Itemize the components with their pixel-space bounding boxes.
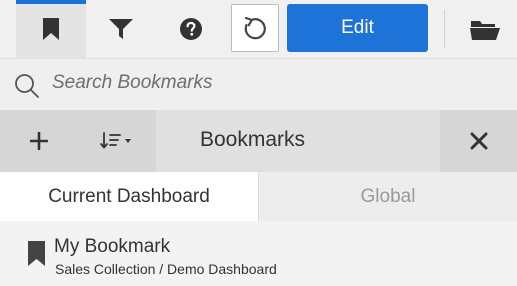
help-button[interactable] bbox=[156, 0, 226, 58]
help-icon bbox=[180, 18, 202, 40]
bookmark-scope-tabs: Current Dashboard Global bbox=[0, 172, 517, 221]
sort-button[interactable] bbox=[78, 110, 156, 172]
bookmark-icon bbox=[28, 241, 45, 266]
reload-button[interactable] bbox=[231, 4, 279, 52]
panel-title: Bookmarks bbox=[200, 128, 306, 151]
bookmark-path: Sales Collection / Demo Dashboard bbox=[55, 261, 277, 277]
search-bar[interactable]: Search Bookmarks bbox=[0, 58, 517, 110]
bookmark-name: My Bookmark bbox=[54, 236, 171, 257]
toolbar-divider bbox=[444, 10, 445, 48]
search-input[interactable]: Search Bookmarks bbox=[52, 72, 213, 94]
bookmarks-tab-button[interactable] bbox=[16, 0, 86, 58]
filter-icon bbox=[109, 19, 133, 39]
edit-button-label: Edit bbox=[341, 17, 374, 38]
tab-current-dashboard-label: Current Dashboard bbox=[48, 185, 210, 207]
search-icon bbox=[15, 74, 39, 98]
close-icon bbox=[470, 132, 487, 150]
plus-icon bbox=[30, 132, 48, 150]
reload-icon bbox=[244, 16, 266, 40]
toolbar: Edit bbox=[0, 0, 517, 58]
add-bookmark-button[interactable] bbox=[0, 110, 78, 172]
tab-global-label: Global bbox=[360, 185, 416, 207]
bookmarks-header: Bookmarks bbox=[0, 110, 517, 172]
edit-button[interactable]: Edit bbox=[287, 4, 428, 52]
sort-icon bbox=[100, 132, 131, 149]
tab-global[interactable]: Global bbox=[259, 172, 517, 221]
bookmark-icon bbox=[43, 18, 59, 40]
tab-current-dashboard[interactable]: Current Dashboard bbox=[0, 172, 259, 221]
bookmark-list: My Bookmark Sales Collection / Demo Dash… bbox=[0, 221, 517, 286]
close-panel-button[interactable] bbox=[440, 110, 517, 172]
folder-icon bbox=[470, 21, 500, 40]
open-folder-button[interactable] bbox=[453, 0, 517, 58]
filter-button[interactable] bbox=[86, 0, 156, 58]
